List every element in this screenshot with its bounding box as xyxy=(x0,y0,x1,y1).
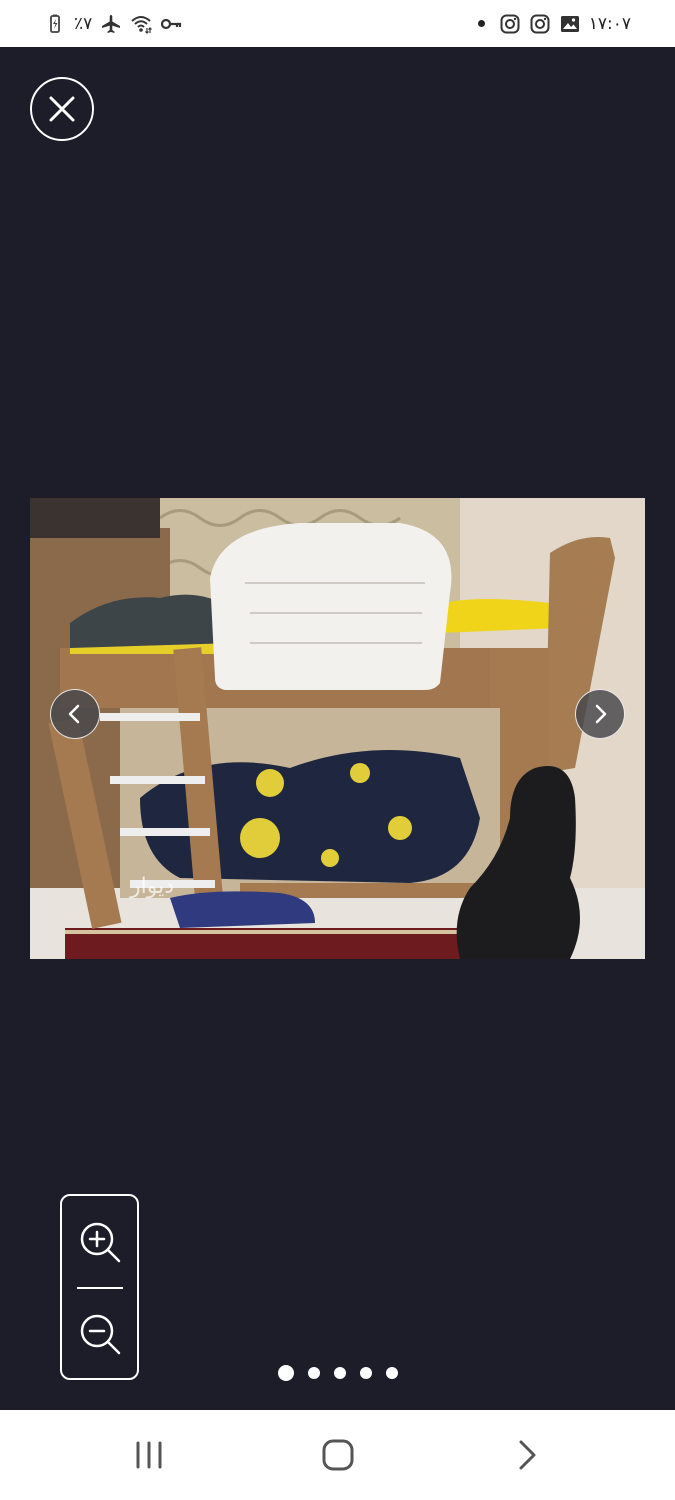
zoom-in-button[interactable] xyxy=(76,1218,124,1266)
close-icon xyxy=(49,96,75,122)
recent-apps-button[interactable] xyxy=(129,1435,169,1475)
chevron-right-icon xyxy=(595,704,607,724)
listing-photo[interactable]: دیوار xyxy=(30,498,645,959)
image-viewer: دیوار xyxy=(0,47,675,1410)
instagram-icon xyxy=(499,13,521,35)
bunk-bed-photo: دیوار xyxy=(30,498,645,959)
pager-dot[interactable] xyxy=(359,1367,372,1379)
zoom-controls xyxy=(60,1194,139,1380)
next-photo-button[interactable] xyxy=(575,689,625,739)
status-right-group: ۱۷:۰۷ xyxy=(477,13,631,35)
pager-dot[interactable] xyxy=(307,1367,320,1379)
zoom-in-icon xyxy=(80,1222,121,1263)
status-bar: ٪۷ ۱۷:۰۷ xyxy=(0,0,675,47)
notification-dot-icon xyxy=(477,20,485,27)
close-button[interactable] xyxy=(30,77,94,141)
chevron-left-icon xyxy=(68,704,80,724)
battery-percent: ٪۷ xyxy=(74,13,93,34)
zoom-out-button[interactable] xyxy=(76,1310,124,1358)
previous-photo-button[interactable] xyxy=(50,689,100,739)
pager-dot[interactable] xyxy=(333,1367,346,1379)
photo-pager xyxy=(0,1363,675,1383)
system-nav-bar xyxy=(0,1410,675,1500)
back-button[interactable] xyxy=(507,1435,547,1475)
zoom-divider xyxy=(77,1287,123,1289)
home-button[interactable] xyxy=(318,1435,358,1475)
vpn-key-icon xyxy=(160,13,182,35)
wifi-icon xyxy=(130,13,153,35)
gallery-icon xyxy=(559,13,581,35)
battery-charging-icon xyxy=(44,13,66,35)
clock: ۱۷:۰۷ xyxy=(588,13,631,34)
instagram-icon xyxy=(529,13,551,35)
photo-watermark: دیوار xyxy=(129,874,174,899)
pager-dot[interactable] xyxy=(385,1367,398,1379)
zoom-out-icon xyxy=(80,1314,121,1355)
home-icon xyxy=(322,1439,354,1471)
back-chevron-icon xyxy=(519,1440,536,1470)
recent-apps-icon xyxy=(136,1441,162,1469)
pager-dot[interactable] xyxy=(277,1365,294,1381)
airplane-icon xyxy=(100,13,122,35)
status-left-group: ٪۷ xyxy=(44,13,182,35)
